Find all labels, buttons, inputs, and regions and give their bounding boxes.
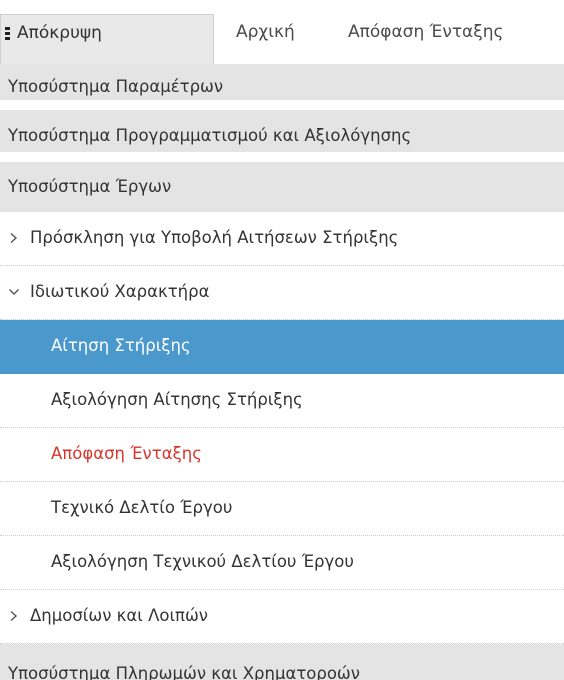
chevron-right-icon [10,610,18,622]
menu-icon [5,27,11,41]
section-projects[interactable]: Υποσύστημα Έργων [0,162,564,212]
side-menu: Υποσύστημα Παραμέτρων Υποσύστημα Προγραμ… [0,64,564,680]
tab-bar: Απόκρυψη Αρχική Απόφαση Ένταξης [0,0,564,65]
tab-hide-label: Απόκρυψη [17,23,102,43]
section-parameters[interactable]: Υποσύστημα Παραμέτρων [0,64,564,110]
chevron-down-icon [9,289,19,295]
section-label: Υποσύστημα Έργων [8,177,172,196]
menu-item-application-evaluation[interactable]: Αξιολόγηση Αίτησης Στήριξης [0,374,564,428]
menu-group-label: Πρόσκληση για Υποβολή Αιτήσεων Στήριξης [30,228,399,247]
menu-group-private[interactable]: Ιδιωτικού Χαρακτήρα [0,266,564,320]
navigation-panel: Απόκρυψη Αρχική Απόφαση Ένταξης Υποσύστη… [0,0,564,680]
menu-group-label: Δημοσίων και Λοιπών [30,606,209,625]
tab-home[interactable]: Αρχική [236,14,326,64]
tab-home-label: Αρχική [236,22,295,42]
tab-hide[interactable]: Απόκρυψη [0,14,214,64]
menu-group-public[interactable]: Δημοσίων και Λοιπών [0,590,564,644]
chevron-right-icon [10,232,18,244]
menu-item-technical-sheet[interactable]: Τεχνικό Δελτίο Έργου [0,482,564,536]
menu-item-label: Τεχνικό Δελτίο Έργου [51,498,233,517]
section-label: Υποσύστημα Προγραμματισμού και Αξιολόγησ… [8,126,412,145]
menu-item-label: Αξιολόγηση Τεχνικού Δελτίου Έργου [51,552,354,571]
menu-item-label: Αίτηση Στήριξης [51,336,191,355]
tab-decision[interactable]: Απόφαση Ένταξης [348,14,564,64]
section-label: Υποσύστημα Πληρωμών και Χρηματοροών [8,664,360,680]
menu-item-technical-sheet-evaluation[interactable]: Αξιολόγηση Τεχνικού Δελτίου Έργου [0,536,564,590]
menu-item-inclusion-decision[interactable]: Απόφαση Ένταξης [0,428,564,482]
section-programming-evaluation[interactable]: Υποσύστημα Προγραμματισμού και Αξιολόγησ… [0,110,564,162]
section-payments[interactable]: Υποσύστημα Πληρωμών και Χρηματοροών [0,644,564,680]
tab-decision-label: Απόφαση Ένταξης [348,22,504,42]
section-label: Υποσύστημα Παραμέτρων [8,77,224,96]
menu-item-label: Απόφαση Ένταξης [51,444,202,463]
menu-item-support-application[interactable]: Αίτηση Στήριξης [0,320,564,374]
menu-item-label: Αξιολόγηση Αίτησης Στήριξης [51,390,303,409]
menu-group-label: Ιδιωτικού Χαρακτήρα [30,282,210,301]
menu-group-call-for-applications[interactable]: Πρόσκληση για Υποβολή Αιτήσεων Στήριξης [0,212,564,266]
